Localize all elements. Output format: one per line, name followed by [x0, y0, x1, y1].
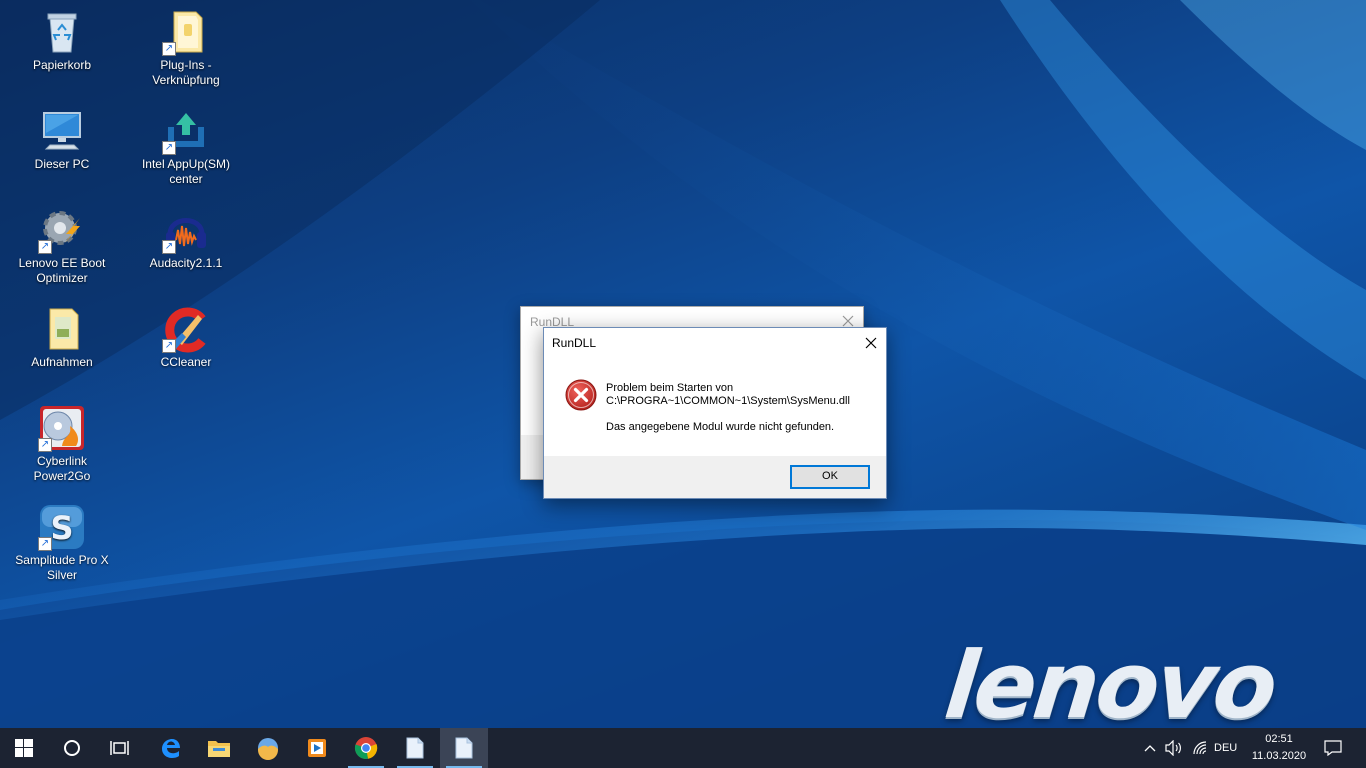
action-center-button[interactable] [1318, 728, 1348, 768]
folder-icon: ↗ [162, 8, 210, 56]
desktop-icon-label: Dieser PC [34, 157, 90, 171]
start-button[interactable] [0, 728, 48, 768]
desktop-icon-lenovo-boot-optimizer[interactable]: ↗ Lenovo EE Boot Optimizer [12, 206, 112, 286]
samplitude-icon: S ↗ [38, 503, 86, 551]
desktop-icon-ccleaner[interactable]: ↗ CCleaner [136, 305, 236, 370]
desktop-icon-label: CCleaner [160, 355, 212, 369]
desktop-icon-label: Plug-Ins - Verknüpfung [152, 58, 220, 87]
desktop-icon-this-pc[interactable]: Dieser PC [12, 107, 112, 172]
desktop-icon-intel-appup[interactable]: ↗ Intel AppUp(SM) center [136, 107, 236, 187]
desktop-icon-audacity[interactable]: ↗ Audacity2.1.1 [136, 206, 236, 271]
edge-icon [162, 739, 180, 758]
taskbar-file-explorer[interactable] [195, 728, 243, 768]
clock-date: 11.03.2020 [1251, 750, 1307, 762]
ok-button[interactable]: OK [790, 465, 870, 489]
network-button[interactable] [1188, 728, 1212, 768]
svg-text:S: S [50, 509, 73, 547]
desktop-icon-label: Aufnahmen [31, 355, 93, 369]
shortcut-arrow-icon: ↗ [38, 537, 52, 551]
desktop-icon-cyberlink-power2go[interactable]: ↗ Cyberlink Power2Go [12, 404, 112, 484]
shortcut-arrow-icon: ↗ [162, 240, 176, 254]
wifi-icon [1193, 741, 1207, 755]
taskbar-photos[interactable] [244, 728, 292, 768]
volume-button[interactable] [1162, 728, 1186, 768]
desktop-icon-label: Audacity2.1.1 [149, 256, 223, 270]
desktop-icon-label: Lenovo EE Boot Optimizer [18, 256, 106, 285]
search-button[interactable] [48, 728, 96, 768]
task-view-icon [110, 741, 129, 755]
close-button[interactable] [856, 328, 886, 358]
desktop-icon-aufnahmen[interactable]: Aufnahmen [12, 305, 112, 370]
gear-icon: ↗ [38, 206, 86, 254]
taskbar-edge[interactable] [146, 728, 194, 768]
shortcut-arrow-icon: ↗ [162, 339, 176, 353]
error-message-line1: Problem beim Starten von [606, 382, 734, 394]
dialog-body: Problem beim Starten von C:\PROGRA~1\COM… [544, 358, 886, 456]
taskbar-document-1[interactable] [391, 728, 439, 768]
recycle-bin-icon [38, 8, 86, 56]
desktop-icon-label: Papierkorb [32, 58, 92, 72]
taskbar: DEU 02:51 11.03.2020 [0, 728, 1366, 768]
intel-appup-icon: ↗ [162, 107, 210, 155]
audacity-icon: ↗ [162, 206, 210, 254]
document-icon [406, 737, 424, 759]
shortcut-arrow-icon: ↗ [38, 240, 52, 254]
folder-icon [38, 305, 86, 353]
input-language[interactable]: DEU [1214, 728, 1237, 768]
clock-time: 02:51 [1265, 733, 1293, 745]
desktop-icon-samplitude[interactable]: S ↗ Samplitude Pro X Silver [12, 503, 112, 583]
desktop-icon-label: Intel AppUp(SM) center [141, 157, 231, 186]
error-message-path: C:\PROGRA~1\COMMON~1\System\SysMenu.dll [606, 395, 850, 407]
clock[interactable]: 02:51 11.03.2020 [1246, 731, 1312, 765]
media-player-icon [308, 739, 326, 757]
power2go-icon: ↗ [38, 404, 86, 452]
error-icon [565, 379, 597, 411]
chevron-up-icon [1144, 745, 1156, 752]
dialog-title: RunDLL [552, 336, 597, 350]
windows-start-icon [15, 739, 33, 757]
rundll-error-dialog[interactable]: RunDLL Problem beim Starten von C:\PROGR… [543, 327, 887, 499]
search-circle-icon [64, 740, 80, 756]
lenovo-logo: lenovo [940, 632, 1280, 728]
close-icon[interactable] [841, 314, 855, 328]
desktop-icon-recycle-bin[interactable]: Papierkorb [12, 8, 112, 73]
notification-icon [1324, 740, 1342, 756]
desktop-icon-label: Cyberlink Power2Go [33, 454, 91, 483]
document-icon [455, 737, 473, 759]
show-hidden-icons-button[interactable] [1140, 728, 1160, 768]
desktop-icon-label: Samplitude Pro X Silver [15, 553, 109, 582]
file-explorer-icon [208, 741, 230, 757]
error-message-detail: Das angegebene Modul wurde nicht gefunde… [606, 421, 835, 433]
taskbar-chrome[interactable] [342, 728, 390, 768]
shortcut-arrow-icon: ↗ [162, 141, 176, 155]
dialog-titlebar[interactable]: RunDLL [544, 328, 886, 358]
task-view-button[interactable] [96, 728, 144, 768]
taskbar-document-2[interactable] [440, 728, 488, 768]
photos-icon [258, 738, 278, 760]
shortcut-arrow-icon: ↗ [162, 42, 176, 56]
speaker-icon [1165, 740, 1181, 756]
shortcut-arrow-icon: ↗ [38, 438, 52, 452]
close-icon [865, 337, 877, 349]
computer-icon [38, 107, 86, 155]
chrome-icon [354, 737, 378, 759]
ccleaner-icon: ↗ [162, 305, 210, 353]
taskbar-media-player[interactable] [293, 728, 341, 768]
desktop-icon-plug-ins-shortcut[interactable]: ↗ Plug-Ins - Verknüpfung [136, 8, 236, 88]
